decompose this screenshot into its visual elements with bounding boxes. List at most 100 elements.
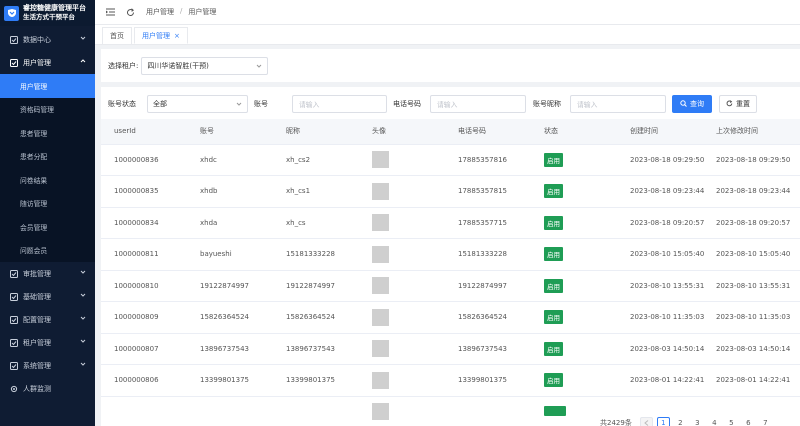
tab-label: 首页 [110,32,124,40]
created-cell: 2023-08-10 13:55:31 [617,270,704,302]
submenu-user-management: 用户管理 资格码管理 患者管理 患者分配 问卷结果 随访管理 会员管理 问题会员 [0,74,95,262]
submenu-item-followups[interactable]: 随访管理 [0,192,95,216]
sidebar-item-label: 系统管理 [23,361,51,370]
tenant-select-value: 四川华诺智胜(干预) [147,61,209,70]
top-header: 用户管理 / 用户管理 [95,0,800,25]
sidebar-item-tenants[interactable]: 租户管理 [0,331,95,354]
sidebar: 睿控糖健康管理平台 生活方式干预平台 数据中心 用户管理 用户管理 资格码管理 … [0,0,95,426]
checkbox-icon [9,292,18,301]
status-badge: 启用 [544,341,563,356]
status-badge: 启用 [544,278,563,293]
tenant-selector-bar: 选择租户: 四川华诺智胜(干预) [101,49,800,82]
submenu-item-patient-assignment[interactable]: 患者分配 [0,145,95,169]
phone-input[interactable]: 请输入 [430,95,526,113]
submenu-item-patients[interactable]: 患者管理 [0,121,95,145]
page-number[interactable]: 5 [725,417,738,426]
tenant-select[interactable]: 四川华诺智胜(干预) [141,56,269,75]
table-row: 1000000809 15826364524 15826364524 15826364… [101,301,800,334]
sidebar-item-label: 人群监测 [23,384,51,393]
userId-cell [101,396,187,426]
status-badge: 启用 [544,247,563,262]
avatar-cell [359,301,445,334]
phone-cell: 19122874997 [445,270,531,302]
page-number[interactable]: 6 [742,417,755,426]
submenu-item-questionnaire-results[interactable]: 问卷结果 [0,168,95,192]
checkbox-icon [9,35,18,44]
status-filter-select[interactable]: 全部 [147,95,248,113]
table-row: 1000000807 13896737543 13896737543 13896737… [101,333,800,365]
avatar [372,308,389,326]
submenu-item-members[interactable]: 会员管理 [0,215,95,239]
account-cell: 13399801375 [187,364,273,397]
submenu-item-qualification-codes[interactable]: 资格码管理 [0,98,95,122]
table-row: 1000000806 13399801375 13399801375 13399801… [101,364,800,397]
avatar [372,245,389,263]
avatar-cell [359,175,445,208]
account-input[interactable]: 请输入 [292,95,387,113]
sidebar-item-approvals[interactable]: 审批管理 [0,262,95,285]
modified-cell: 2023-08-10 11:35:03 [703,301,800,334]
modified-cell: 2023-08-18 09:23:44 [703,175,800,208]
chevron-down-icon [80,361,86,369]
page-number[interactable]: 3 [691,417,704,426]
userId-cell: 1000000807 [101,333,187,365]
submenu-item-users[interactable]: 用户管理 [0,74,95,98]
reset-button-label: 重置 [736,100,750,108]
status-cell: 启用 [531,301,617,334]
page-number[interactable]: 7 [759,417,772,426]
status-cell: 启用 [531,333,617,365]
avatar [372,151,389,169]
refresh-icon[interactable] [124,6,136,18]
close-icon[interactable]: × [174,32,180,40]
userId-cell: 1000000835 [101,175,187,208]
nickname-cell: xh_cs2 [273,144,359,176]
search-button[interactable]: 查询 [672,95,712,113]
chevron-down-icon [80,292,86,300]
created-cell: 2023-08-18 09:20:57 [617,207,704,239]
sidebar-item-label: 租户管理 [23,338,51,347]
sidebar-item-config[interactable]: 配置管理 [0,308,95,331]
created-cell: 2023-08-10 11:35:03 [617,301,704,334]
table-row: 1000000811 bayueshi 15181333228 15181333228… [101,238,800,271]
sidebar-item-user-management[interactable]: 用户管理 [0,51,95,74]
avatar-cell [359,333,445,365]
modified-cell: 2023-08-18 09:20:57 [703,207,800,239]
status-cell: 启用 [531,207,617,239]
tab-home[interactable]: 首页 [102,27,132,44]
status-badge: 启用 [544,373,563,388]
userId-cell: 1000000810 [101,270,187,302]
created-cell: 2023-08-10 15:05:40 [617,238,704,271]
prev-page-button[interactable] [639,417,653,426]
app-subtitle: 生活方式干预平台 [23,13,75,21]
status-filter-value: 全部 [153,100,167,108]
nickname-cell: xh_cs1 [273,175,359,208]
page-number[interactable]: 4 [708,417,721,426]
checkbox-icon [9,315,18,324]
reset-button[interactable]: 重置 [719,95,757,113]
created-cell: 2023-08-03 14:50:14 [617,333,704,365]
userId-cell: 1000000836 [101,144,187,176]
checkbox-icon [9,361,18,370]
sidebar-item-basics[interactable]: 基础管理 [0,285,95,308]
sidebar-item-crowd-monitoring[interactable]: 人群监测 [0,377,95,400]
table-row: 1000000836 xhdc xh_cs2 17885357816 启用 2023-08… [101,144,800,176]
nickname-input[interactable]: 请输入 [570,95,666,113]
sidebar-item-system[interactable]: 系统管理 [0,354,95,377]
page-number[interactable]: 2 [674,417,687,426]
created-cell: 2023-08-18 09:23:44 [617,175,704,208]
logo-icon [4,5,19,21]
breadcrumb-item[interactable]: 用户管理 [146,7,174,17]
status-badge: 启用 [544,215,563,230]
status-cell: 启用 [531,238,617,271]
userId-cell: 1000000809 [101,301,187,334]
phone-cell [445,396,531,426]
modified-cell: 2023-08-10 15:05:40 [703,238,800,271]
tab-user-management[interactable]: 用户管理 × [134,27,188,44]
table-row: 1000000835 xhdb xh_cs1 17885357815 启用 2023-08… [101,175,800,208]
page-number[interactable]: 1 [656,417,670,426]
checkbox-icon [9,338,18,347]
account-cell: bayueshi [187,238,273,271]
submenu-item-problem-members[interactable]: 问题会员 [0,239,95,263]
sidebar-item-data-center[interactable]: 数据中心 [0,28,95,51]
menu-toggle-icon[interactable] [104,6,116,18]
